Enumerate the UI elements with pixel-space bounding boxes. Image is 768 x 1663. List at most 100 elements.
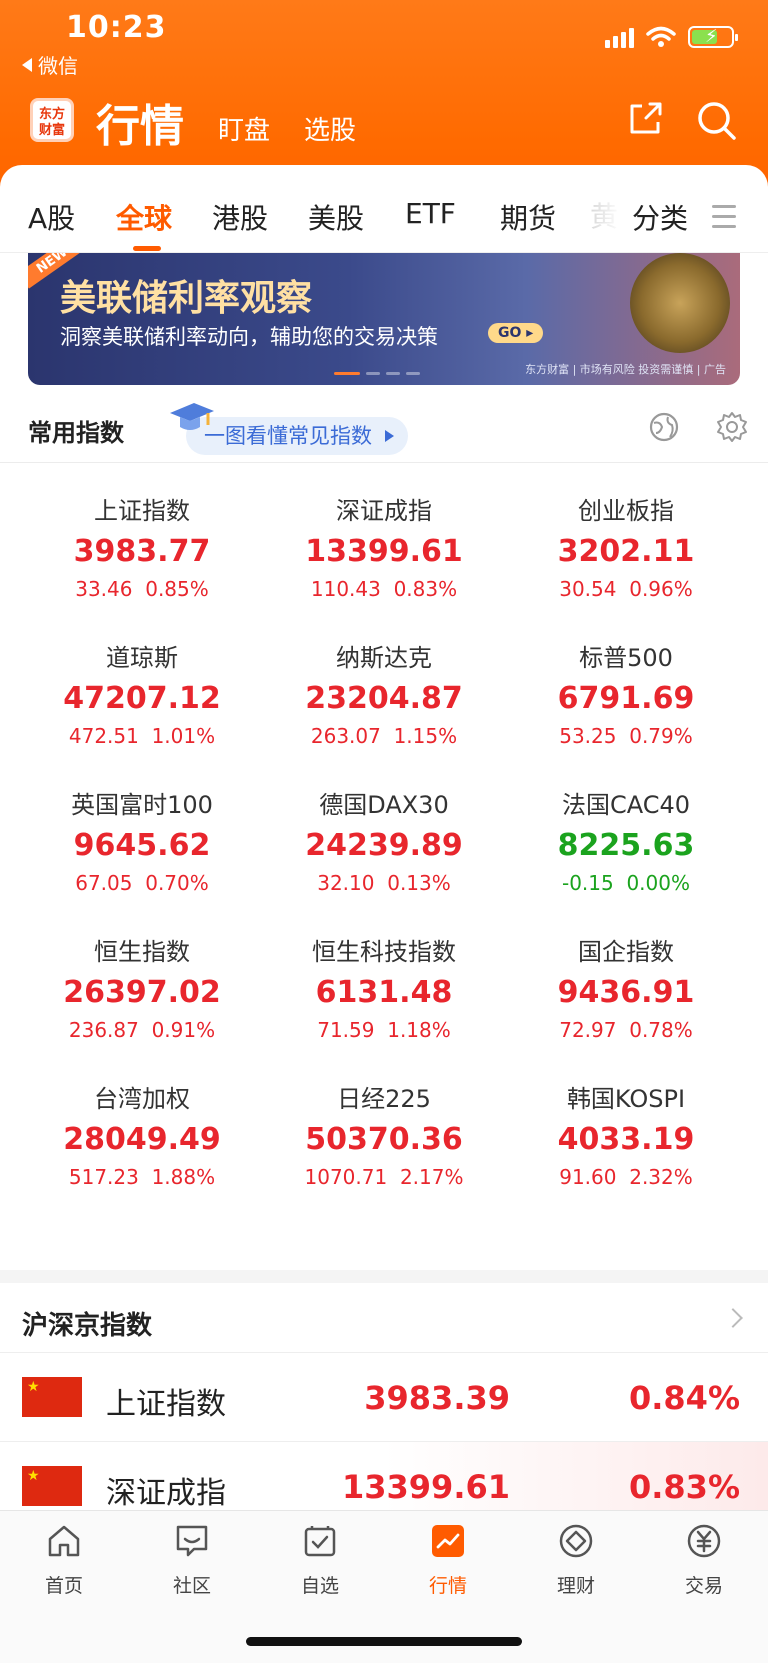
tab-global[interactable]: 全球 xyxy=(116,197,172,237)
tab-stock-picker[interactable]: 选股 xyxy=(304,110,356,147)
hsj-index-pct: 0.84% xyxy=(628,1379,740,1417)
index-price: 23204.87 xyxy=(305,681,463,716)
index-change: 53.25 0.79% xyxy=(559,724,693,748)
hsj-indices-title[interactable]: 沪深京指数 xyxy=(22,1305,152,1342)
index-name: 纳斯达克 xyxy=(336,644,432,672)
index-name: 法国CAC40 xyxy=(561,791,691,819)
index-price: 50370.36 xyxy=(305,1122,463,1157)
tab-watch[interactable]: 盯盘 xyxy=(218,110,270,147)
watchlist-icon xyxy=(304,1526,336,1557)
tab-a-share[interactable]: A股 xyxy=(28,197,75,237)
index-price: 3983.77 xyxy=(73,534,211,569)
index-card[interactable]: 深证成指 13399.61 110.43 0.83% xyxy=(264,491,504,601)
banner-go-button[interactable]: GO ▸ xyxy=(488,323,544,343)
index-price: 13399.61 xyxy=(305,534,463,569)
index-price: 26397.02 xyxy=(63,975,221,1010)
index-change: -0.15 0.00% xyxy=(561,871,690,895)
index-price: 6131.48 xyxy=(315,975,453,1010)
index-card[interactable]: 标普500 6791.69 53.25 0.79% xyxy=(506,638,746,748)
nav-label: 社区 xyxy=(172,1575,211,1597)
index-price: 28049.49 xyxy=(63,1122,221,1157)
index-name: 创业板指 xyxy=(578,497,674,525)
index-change: 72.97 0.78% xyxy=(559,1018,693,1042)
nav-watchlist[interactable]: 自选 xyxy=(256,1521,384,1598)
nav-label: 理财 xyxy=(556,1575,595,1597)
index-price: 8225.63 xyxy=(557,828,695,863)
index-name: 英国富时100 xyxy=(71,791,213,819)
index-card[interactable]: 纳斯达克 23204.87 263.07 1.15% xyxy=(264,638,504,748)
chevron-right-icon[interactable] xyxy=(723,1308,743,1328)
category-button[interactable]: 分类 xyxy=(632,197,688,237)
tab-us[interactable]: 美股 xyxy=(308,197,364,237)
search-icon[interactable] xyxy=(696,100,738,142)
nav-wealth[interactable]: 理财 xyxy=(512,1521,640,1598)
hsj-index-price: 13399.61 xyxy=(341,1468,510,1506)
nav-label: 行情 xyxy=(428,1575,467,1597)
page-title: 行情 xyxy=(96,101,184,152)
index-name: 国企指数 xyxy=(578,938,674,966)
tab-hk[interactable]: 港股 xyxy=(212,197,268,237)
tab-futures[interactable]: 期货 xyxy=(500,197,556,237)
index-name: 上证指数 xyxy=(94,497,190,525)
index-name: 标普500 xyxy=(579,644,673,672)
common-indices-title: 常用指数 xyxy=(28,419,124,447)
index-card[interactable]: 创业板指 3202.11 30.54 0.96% xyxy=(506,491,746,601)
index-card[interactable]: 国企指数 9436.91 72.97 0.78% xyxy=(506,932,746,1042)
hsj-index-name: 深证成指 xyxy=(106,1476,226,1511)
nav-trade[interactable]: 交易 xyxy=(640,1521,768,1598)
tab-etf[interactable]: ETF xyxy=(405,197,456,230)
graduation-cap-icon xyxy=(170,403,214,430)
index-card[interactable]: 上证指数 3983.77 33.46 0.85% xyxy=(22,491,262,601)
index-name: 台湾加权 xyxy=(94,1085,190,1113)
index-card[interactable]: 德国DAX30 24239.89 32.10 0.13% xyxy=(264,785,504,895)
hsj-indices-section: 沪深京指数 ★ 上证指数 3983.39 0.84% ★ 深证成指 13399.… xyxy=(0,1283,768,1530)
index-card[interactable]: 道琼斯 47207.12 472.51 1.01% xyxy=(22,638,262,748)
back-caret-icon xyxy=(22,57,32,72)
index-change: 33.46 0.85% xyxy=(75,577,209,601)
index-name: 恒生科技指数 xyxy=(312,938,456,966)
share-icon[interactable] xyxy=(626,100,664,138)
nav-home[interactable]: 首页 xyxy=(0,1521,128,1598)
index-card[interactable]: 法国CAC40 8225.63 -0.15 0.00% xyxy=(506,785,746,895)
banner-title: 美联储利率观察 xyxy=(60,278,313,319)
index-card[interactable]: 恒生指数 26397.02 236.87 0.91% xyxy=(22,932,262,1042)
index-change: 517.23 1.88% xyxy=(68,1165,216,1189)
common-indices-grid: 上证指数 3983.77 33.46 0.85% 深证成指 13399.61 1… xyxy=(0,463,768,1270)
index-name: 韩国KOSPI xyxy=(566,1085,686,1113)
wealth-icon xyxy=(559,1524,593,1558)
hsj-row[interactable]: ★ 上证指数 3983.39 0.84% xyxy=(0,1353,768,1441)
fed-rate-banner[interactable]: NEW 美联储利率观察 洞察美联储利率动向，辅助您的交易决策 GO ▸ 东方财富… xyxy=(28,253,740,385)
hsj-index-pct: 0.83% xyxy=(628,1468,740,1506)
index-name: 恒生指数 xyxy=(94,938,190,966)
index-price: 9645.62 xyxy=(73,828,211,863)
index-card[interactable]: 日经225 50370.36 1070.71 2.17% xyxy=(264,1079,504,1189)
index-price: 4033.19 xyxy=(557,1122,695,1157)
back-to-wechat[interactable]: 微信 xyxy=(22,50,78,79)
indices-guide-button[interactable]: 一图看懂常见指数 xyxy=(186,417,408,455)
index-card[interactable]: 恒生科技指数 6131.48 71.59 1.18% xyxy=(264,932,504,1042)
battery-icon: ⚡ xyxy=(688,26,738,48)
index-change: 67.05 0.70% xyxy=(75,871,209,895)
signal-icon xyxy=(605,26,634,48)
index-price: 6791.69 xyxy=(557,681,695,716)
index-name: 深证成指 xyxy=(336,497,432,525)
menu-icon[interactable] xyxy=(712,205,736,235)
gear-icon[interactable] xyxy=(716,411,748,443)
active-tab-indicator xyxy=(133,246,161,251)
index-card[interactable]: 韩国KOSPI 4033.19 91.60 2.32% xyxy=(506,1079,746,1189)
nav-market[interactable]: 行情 xyxy=(384,1521,512,1598)
index-name: 德国DAX30 xyxy=(319,791,449,819)
index-card[interactable]: 英国富时100 9645.62 67.05 0.70% xyxy=(22,785,262,895)
back-app-label: 微信 xyxy=(38,54,78,78)
index-card[interactable]: 台湾加权 28049.49 517.23 1.88% xyxy=(22,1079,262,1189)
community-icon xyxy=(176,1525,208,1557)
nav-community[interactable]: 社区 xyxy=(128,1521,256,1598)
globe-icon[interactable] xyxy=(648,411,680,443)
status-time: 10:23 xyxy=(66,10,167,45)
index-change: 32.10 0.13% xyxy=(317,871,451,895)
fed-seal-image xyxy=(630,253,730,353)
hsj-index-name: 上证指数 xyxy=(106,1387,226,1422)
banner-container: NEW 美联储利率观察 洞察美联储利率动向，辅助您的交易决策 GO ▸ 东方财富… xyxy=(0,253,768,393)
index-price: 9436.91 xyxy=(557,975,695,1010)
banner-subtitle: 洞察美联储利率动向，辅助您的交易决策 xyxy=(60,325,438,349)
